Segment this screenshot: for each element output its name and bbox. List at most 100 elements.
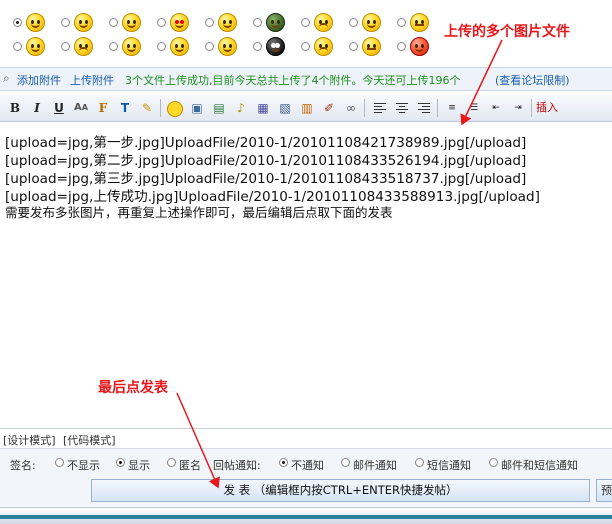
- align-left-icon[interactable]: [371, 99, 389, 117]
- bottom-bar: [0, 507, 612, 524]
- emoticon-radio[interactable]: [253, 42, 262, 51]
- emoticon-option[interactable]: [157, 36, 205, 58]
- sad-face-icon: [314, 13, 333, 32]
- forum-limit-link[interactable]: (查看论坛限制): [495, 72, 570, 88]
- bottom-stripe: [0, 515, 612, 519]
- editor-line: [upload=jpg,第三步.jpg]UploadFile/2010-1/20…: [5, 171, 527, 187]
- editor-mode-tabs: [设计模式] [代码模式]: [0, 428, 612, 447]
- emoticon-option[interactable]: [397, 36, 445, 58]
- code-icon[interactable]: ▦: [254, 99, 272, 117]
- underline-button[interactable]: U: [50, 99, 68, 117]
- bullet-list-icon[interactable]: ☰: [465, 99, 483, 117]
- emoticon-radio[interactable]: [349, 18, 358, 27]
- paperclip-icon: ⌕: [3, 71, 10, 85]
- signature-anon-radio[interactable]: [167, 458, 176, 467]
- align-right-icon[interactable]: [415, 99, 433, 117]
- notify-both-radio[interactable]: [489, 458, 498, 467]
- preview-button[interactable]: 预: [596, 479, 612, 502]
- publish-button[interactable]: 发 表 （编辑框内按CTRL+ENTER快捷发帖）: [91, 479, 590, 502]
- emoticon-radio[interactable]: [253, 18, 262, 27]
- notify-none-radio[interactable]: [279, 458, 288, 467]
- flash-media-icon[interactable]: ▣: [188, 99, 206, 117]
- emoticon-option[interactable]: [109, 36, 157, 58]
- emoticon-radio[interactable]: [61, 42, 70, 51]
- army-face-icon: [266, 13, 285, 32]
- emoticon-radio[interactable]: [157, 42, 166, 51]
- notify-both-label: 邮件和短信通知: [501, 459, 578, 472]
- notify-mail-label: 邮件通知: [353, 459, 397, 472]
- emoticon-radio[interactable]: [301, 42, 310, 51]
- music-icon[interactable]: ♪: [232, 99, 250, 117]
- notify-mail-radio[interactable]: [341, 458, 350, 467]
- smile-face-icon: [26, 13, 45, 32]
- smirk-face-icon: [362, 13, 381, 32]
- emoticon-radio[interactable]: [397, 42, 406, 51]
- emoticon-option[interactable]: [301, 12, 349, 34]
- add-attachment-link[interactable]: 添加附件: [17, 72, 61, 88]
- outdent-icon[interactable]: ⇤: [487, 99, 505, 117]
- emoticon-option[interactable]: [157, 12, 205, 34]
- quote-icon[interactable]: ▧: [276, 99, 294, 117]
- emoticon-option[interactable]: [109, 12, 157, 34]
- emoticon-radio[interactable]: [13, 18, 22, 27]
- image-icon[interactable]: ▤: [210, 99, 228, 117]
- emoticon-radio[interactable]: [349, 42, 358, 51]
- toolbar-separator: [364, 99, 365, 117]
- emoticon-radio[interactable]: [109, 42, 118, 51]
- emoticon-radio[interactable]: [109, 18, 118, 27]
- emoticon-radio[interactable]: [301, 18, 310, 27]
- emoticon-radio[interactable]: [61, 18, 70, 27]
- emoticon-option[interactable]: [253, 36, 301, 58]
- emoticon-option[interactable]: [13, 12, 61, 34]
- signature-label: 签名:: [10, 459, 36, 472]
- emoticon-option[interactable]: [61, 12, 109, 34]
- signature-anon-label: 匿名: [179, 459, 201, 472]
- emoticon-radio[interactable]: [13, 42, 22, 51]
- emoticon-radio[interactable]: [157, 18, 166, 27]
- emoticon-option[interactable]: [205, 12, 253, 34]
- top-annotation-caption: 上传的多个图片文件: [444, 24, 570, 40]
- emoticon-option[interactable]: [349, 36, 397, 58]
- indent-icon[interactable]: ⇥: [509, 99, 527, 117]
- code-mode-tab[interactable]: [代码模式]: [63, 432, 116, 448]
- design-mode-tab[interactable]: [设计模式]: [3, 432, 56, 448]
- happy-face-icon: [122, 13, 141, 32]
- bold-button[interactable]: B: [6, 99, 24, 117]
- blush-face-icon: [26, 37, 45, 56]
- emoticon-option[interactable]: [301, 36, 349, 58]
- numbered-list-icon[interactable]: ≡: [443, 99, 461, 117]
- editor-line: [upload=jpg,第二步.jpg]UploadFile/2010-1/20…: [5, 153, 527, 169]
- italic-button[interactable]: I: [28, 99, 46, 117]
- notify-sms-radio[interactable]: [415, 458, 424, 467]
- clear-format-icon[interactable]: ✐: [320, 99, 338, 117]
- signature-hide-radio[interactable]: [55, 458, 64, 467]
- text-color-icon[interactable]: T: [116, 99, 134, 117]
- signature-hide-label: 不显示: [67, 459, 100, 472]
- signature-show-radio[interactable]: [116, 458, 125, 467]
- align-center-icon[interactable]: [393, 99, 411, 117]
- emoticon-option[interactable]: [253, 12, 301, 34]
- emoticon-option[interactable]: [13, 36, 61, 58]
- table-icon[interactable]: ▥: [298, 99, 316, 117]
- upload-attachment-link[interactable]: 上传附件: [70, 72, 114, 88]
- emoticon-radio[interactable]: [397, 18, 406, 27]
- font-face-icon[interactable]: AA: [72, 99, 90, 117]
- insert-button[interactable]: 插入: [536, 99, 576, 117]
- link-icon[interactable]: ∞: [342, 99, 360, 117]
- emoticon-option[interactable]: [397, 12, 445, 34]
- post-editor[interactable]: [upload=jpg,第一步.jpg]UploadFile/2010-1/20…: [0, 122, 612, 427]
- surprised-face-icon: [410, 13, 429, 32]
- attachment-bar: ⌕ 添加附件 上传附件 3个文件上传成功,目前今天总共上传了4个附件。今天还可上…: [0, 67, 612, 91]
- emoticon-option[interactable]: [205, 36, 253, 58]
- emoticon-icon[interactable]: [166, 99, 184, 117]
- frown-face-icon: [314, 37, 333, 56]
- notify-sms-label: 短信通知: [427, 459, 471, 472]
- emoticon-radio[interactable]: [205, 18, 214, 27]
- emoticon-option[interactable]: [61, 36, 109, 58]
- emoticon-option[interactable]: [349, 12, 397, 34]
- worried-face-icon: [74, 37, 93, 56]
- highlight-pen-icon[interactable]: ✎: [138, 99, 156, 117]
- emoticon-radio[interactable]: [205, 42, 214, 51]
- font-size-icon[interactable]: F: [94, 99, 112, 117]
- editor-line: 需要发布多张图片，再重复上述操作即可，最后编辑后点取下面的发表: [5, 205, 393, 220]
